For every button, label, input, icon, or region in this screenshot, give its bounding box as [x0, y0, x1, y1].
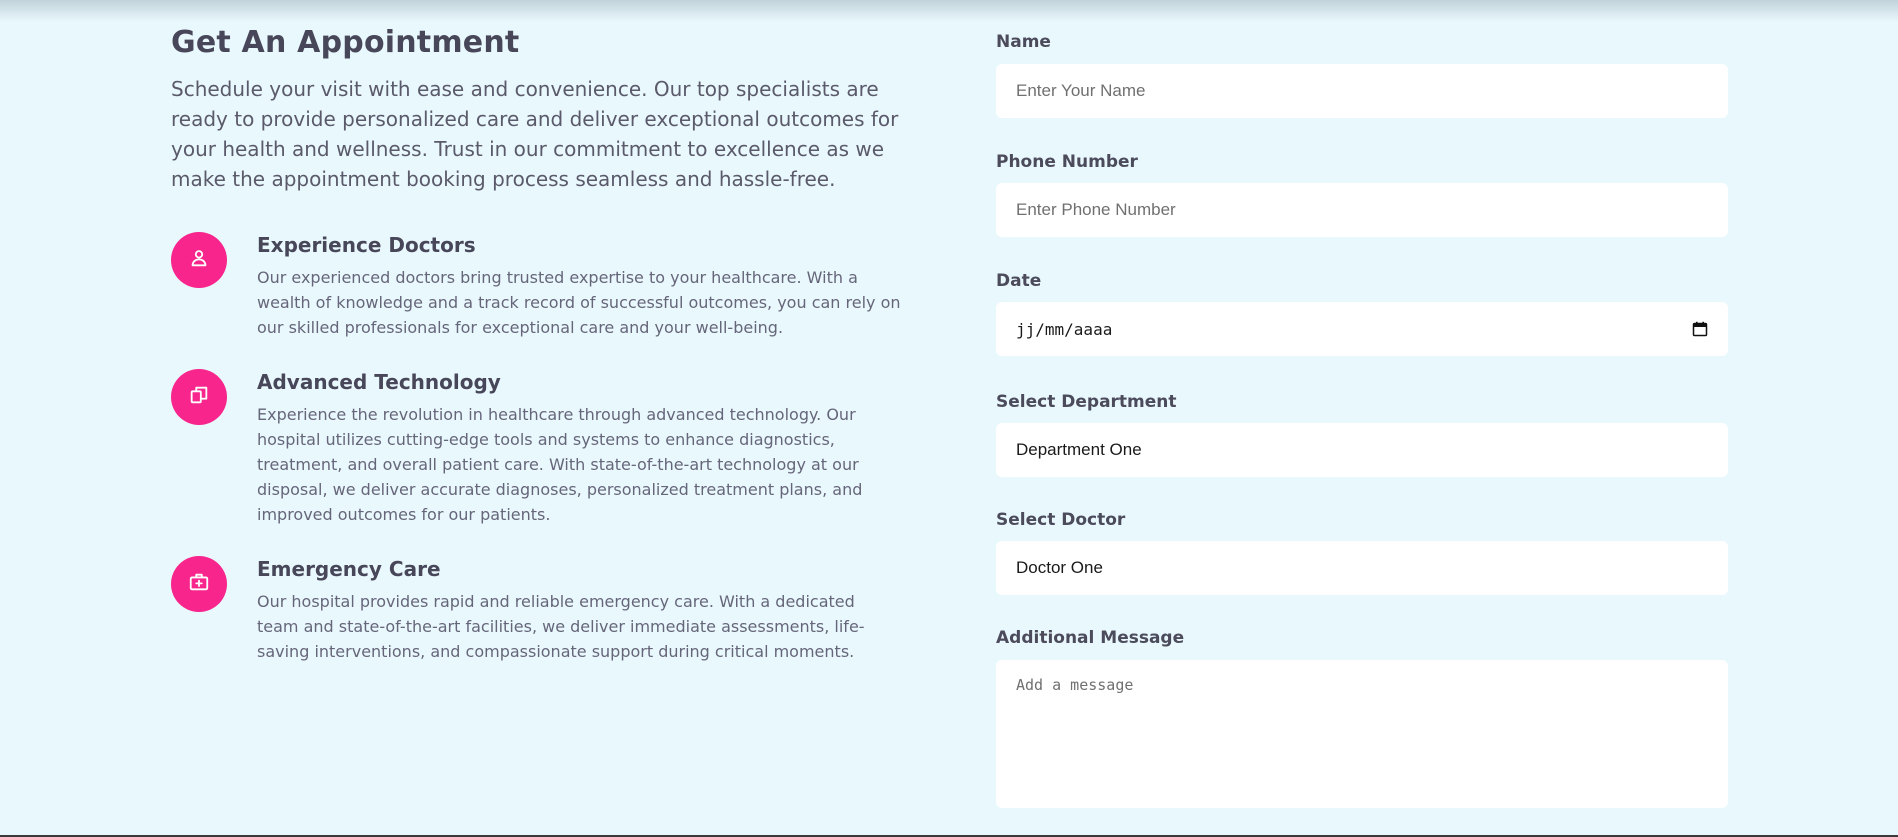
message-textarea[interactable]: Add a message: [996, 660, 1728, 808]
medical-kit-icon: [188, 571, 210, 597]
phone-label: Phone Number: [996, 152, 1138, 172]
doctor-value: Doctor One: [1016, 558, 1103, 577]
feature-description: Our experienced doctors bring trusted ex…: [257, 268, 901, 337]
intro-text: Schedule your visit with ease and conven…: [171, 77, 899, 191]
feature-icon-circle: [171, 556, 227, 612]
header-shadow: [0, 0, 1898, 22]
name-placeholder: Enter Your Name: [1016, 81, 1146, 100]
date-placeholder: jj/mm/aaaa: [1016, 319, 1113, 339]
department-value: Department One: [1016, 440, 1142, 459]
message-label: Additional Message: [996, 628, 1185, 648]
date-label: Date: [996, 271, 1042, 291]
appointment-info: Get An Appointment Schedule your visit w…: [171, 24, 901, 194]
feature-icon-circle: [171, 232, 227, 288]
feature-description: Our hospital provides rapid and reliable…: [257, 592, 865, 661]
phone-input[interactable]: Enter Phone Number: [996, 183, 1728, 237]
feature-description: Experience the revolution in healthcare …: [257, 405, 863, 524]
feature-title: Experience Doctors: [257, 233, 476, 257]
user-icon: [188, 247, 210, 273]
department-label: Select Department: [996, 392, 1177, 412]
copy-icon: [188, 384, 210, 410]
phone-placeholder: Enter Phone Number: [1016, 200, 1176, 219]
date-input[interactable]: jj/mm/aaaa: [996, 302, 1728, 356]
feature-title: Emergency Care: [257, 557, 441, 581]
calendar-icon[interactable]: [1692, 321, 1708, 337]
feature-icon-circle: [171, 369, 227, 425]
doctor-select[interactable]: Doctor One: [996, 541, 1728, 595]
department-select[interactable]: Department One: [996, 423, 1728, 477]
feature-title: Advanced Technology: [257, 370, 501, 394]
name-input[interactable]: Enter Your Name: [996, 64, 1728, 118]
page-title: Get An Appointment: [171, 25, 520, 60]
message-placeholder: Add a message: [1016, 676, 1134, 694]
doctor-label: Select Doctor: [996, 510, 1126, 530]
name-label: Name: [996, 32, 1051, 52]
